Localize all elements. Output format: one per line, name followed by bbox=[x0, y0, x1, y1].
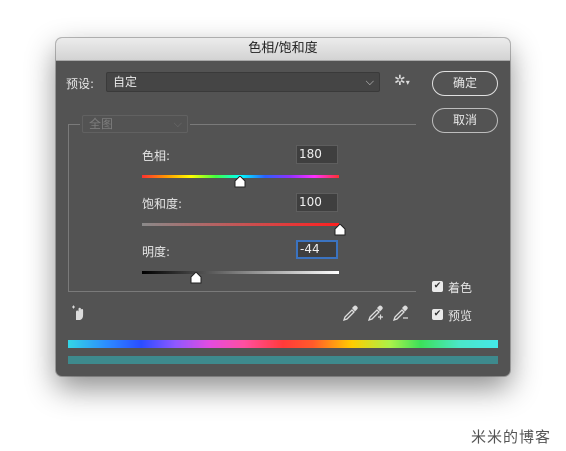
saturation-input[interactable]: 100 bbox=[296, 193, 338, 212]
eyedropper-icon[interactable] bbox=[342, 304, 360, 322]
checkmark-icon: ✔ bbox=[433, 309, 442, 319]
hue-slider-thumb[interactable] bbox=[234, 176, 246, 188]
input-color-bar bbox=[68, 340, 498, 348]
lightness-input[interactable]: -44 bbox=[296, 240, 338, 259]
chevron-down-icon: ⌵ bbox=[365, 75, 374, 88]
gear-icon[interactable]: ✲▾ bbox=[394, 73, 410, 89]
hue-label: 色相: bbox=[142, 149, 171, 163]
eyedropper-add-icon[interactable] bbox=[367, 304, 385, 322]
preview-checkbox[interactable]: ✔ bbox=[432, 309, 443, 320]
preset-value: 自定 bbox=[113, 75, 138, 89]
preview-label: 预览 bbox=[448, 309, 473, 323]
lightness-slider-track[interactable] bbox=[142, 271, 339, 274]
lightness-slider-thumb[interactable] bbox=[190, 272, 202, 284]
chevron-down-icon: ⌵ bbox=[173, 117, 182, 130]
hand-adjust-icon[interactable] bbox=[70, 304, 88, 322]
hue-input[interactable]: 180 bbox=[296, 145, 338, 164]
group-divider bbox=[68, 124, 80, 125]
cancel-button[interactable]: 取消 bbox=[432, 108, 498, 133]
saturation-slider-track[interactable] bbox=[142, 223, 339, 226]
preset-dropdown[interactable]: 自定 ⌵ bbox=[106, 72, 380, 92]
output-color-bar bbox=[68, 356, 498, 364]
channel-dropdown[interactable]: 全图 ⌵ bbox=[82, 115, 188, 133]
colorize-checkbox[interactable]: ✔ bbox=[432, 281, 443, 292]
saturation-label: 饱和度: bbox=[142, 197, 183, 211]
ok-button[interactable]: 确定 bbox=[432, 71, 498, 96]
preset-label: 预设: bbox=[66, 77, 95, 91]
eyedropper-subtract-icon[interactable] bbox=[392, 304, 410, 322]
checkmark-icon: ✔ bbox=[433, 281, 442, 291]
hue-saturation-dialog: 色相/饱和度 预设: 自定 ⌵ ✲▾ 确定 取消 全图 ⌵ 色相: 180 饱和… bbox=[56, 38, 510, 376]
group-divider bbox=[190, 124, 416, 125]
saturation-slider-thumb[interactable] bbox=[334, 224, 346, 236]
adjustment-group bbox=[68, 124, 416, 292]
dialog-title: 色相/饱和度 bbox=[56, 38, 510, 61]
channel-value: 全图 bbox=[89, 117, 114, 131]
colorize-label: 着色 bbox=[448, 281, 473, 295]
watermark: 米米的博客 bbox=[471, 428, 552, 446]
lightness-label: 明度: bbox=[142, 245, 171, 259]
